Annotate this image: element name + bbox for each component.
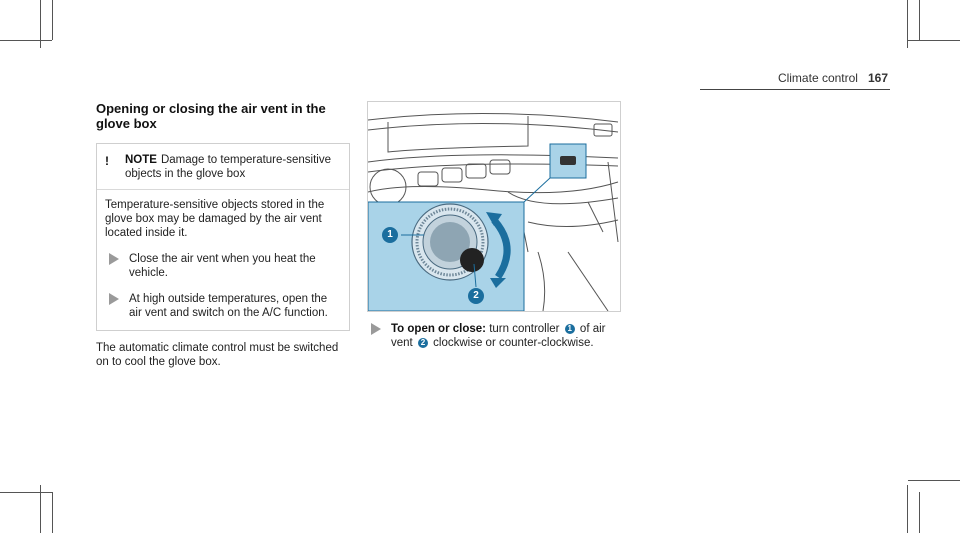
vent-illustration: 1 2 (367, 101, 621, 312)
page-header: Climate control 167 (778, 71, 888, 85)
note-text: Temperature-sensitive objects stored in … (105, 199, 325, 239)
ref-badge-2: 2 (417, 338, 428, 348)
callout-2: 2 (468, 288, 484, 304)
section-title: Climate control (777, 71, 858, 85)
crop-mark (52, 492, 53, 533)
body-paragraph: The automatic climate control must be sw… (96, 342, 339, 368)
list-item: At high outside temperatures, open the a… (105, 292, 341, 320)
crop-mark (908, 480, 960, 481)
step-arrow-icon (109, 293, 119, 305)
crop-mark (52, 0, 53, 40)
instruction-lead: To open or close: (391, 323, 486, 335)
note-label: NOTE (125, 154, 157, 166)
step-arrow-icon (109, 253, 119, 265)
step-text: Close the air vent when you heat the veh… (129, 253, 316, 279)
note-body: Temperature-sensitive objects stored in … (97, 190, 349, 330)
ref-badge-1: 1 (564, 324, 575, 334)
instruction: To open or close: turn controller 1 of a… (367, 322, 627, 350)
step-arrow-icon (371, 323, 381, 335)
crop-mark (908, 40, 960, 41)
step-text: At high outside temperatures, open the a… (129, 293, 328, 319)
warning-icon: ! (105, 154, 109, 168)
section-heading: Opening or closing the air vent in the g… (96, 101, 326, 131)
crop-mark (907, 485, 908, 533)
list-item: Close the air vent when you heat the veh… (105, 252, 341, 280)
crop-mark (919, 0, 920, 40)
dashboard-drawing (368, 112, 619, 311)
left-column: Opening or closing the air vent in the g… (96, 101, 350, 369)
crop-mark (919, 492, 920, 533)
note-box: ! NOTE Damage to temperature-sensitive ob… (96, 143, 350, 331)
note-header: ! NOTE Damage to temperature-sensitive ob… (97, 144, 349, 190)
callout-1: 1 (382, 227, 398, 243)
list-item: To open or close: turn controller 1 of a… (367, 322, 627, 350)
crop-mark (0, 492, 52, 493)
crop-mark (0, 40, 52, 41)
header-rule (700, 89, 890, 90)
page-number: 167 (867, 71, 888, 85)
